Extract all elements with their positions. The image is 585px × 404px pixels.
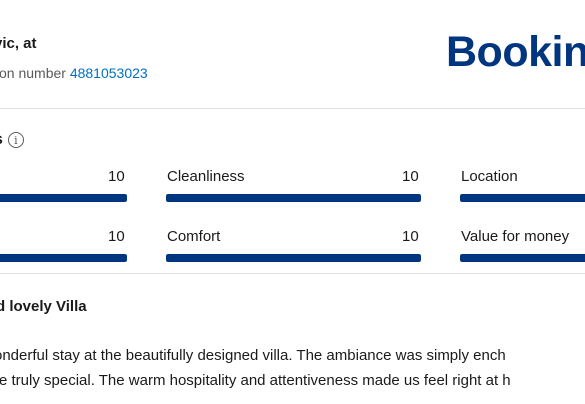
category-label-location: Location	[461, 168, 518, 185]
header-divider	[0, 108, 585, 109]
reservation-number: 4881053023	[69, 65, 148, 81]
score-bar-fill	[0, 194, 127, 202]
score-bar-location	[460, 194, 585, 202]
category-label-comfort: Comfort	[167, 228, 221, 245]
review-line: re truly special. The warm hospitality a…	[0, 372, 511, 389]
review-title: d lovely Villa	[0, 298, 87, 315]
scores-divider	[0, 273, 585, 274]
score-bar	[0, 194, 127, 202]
review-line: onderful stay at the beautifully designe…	[0, 347, 506, 364]
scores-heading-text: s	[0, 131, 3, 149]
info-icon[interactable]: i	[7, 132, 24, 148]
score-bar-fill	[460, 254, 585, 262]
category-score-cleanliness: 10	[402, 168, 419, 185]
category-label-value-for-money: Value for money	[461, 228, 570, 245]
scores-heading: s i	[0, 131, 24, 149]
score-bar-comfort	[166, 254, 421, 262]
reservation-label: tion number	[0, 65, 66, 81]
score-bar-cleanliness	[166, 194, 421, 202]
booking-logo: Bookin	[446, 28, 585, 76]
category-label-cleanliness: Cleanliness	[167, 168, 245, 185]
score-bar-fill	[166, 194, 421, 202]
review-body: onderful stay at the beautifully designe…	[0, 343, 511, 393]
score-bar-fill	[166, 254, 421, 262]
score-bar	[0, 254, 127, 262]
category-score-comfort: 10	[402, 228, 419, 245]
guest-name: vic, at	[0, 35, 37, 52]
score-bar-value-for-money	[460, 254, 585, 262]
reservation-line: tion number 4881053023	[0, 65, 148, 81]
score-bar-fill	[0, 254, 127, 262]
category-score: 10	[108, 168, 125, 185]
score-bar-fill	[460, 194, 585, 202]
category-score: 10	[108, 228, 125, 245]
